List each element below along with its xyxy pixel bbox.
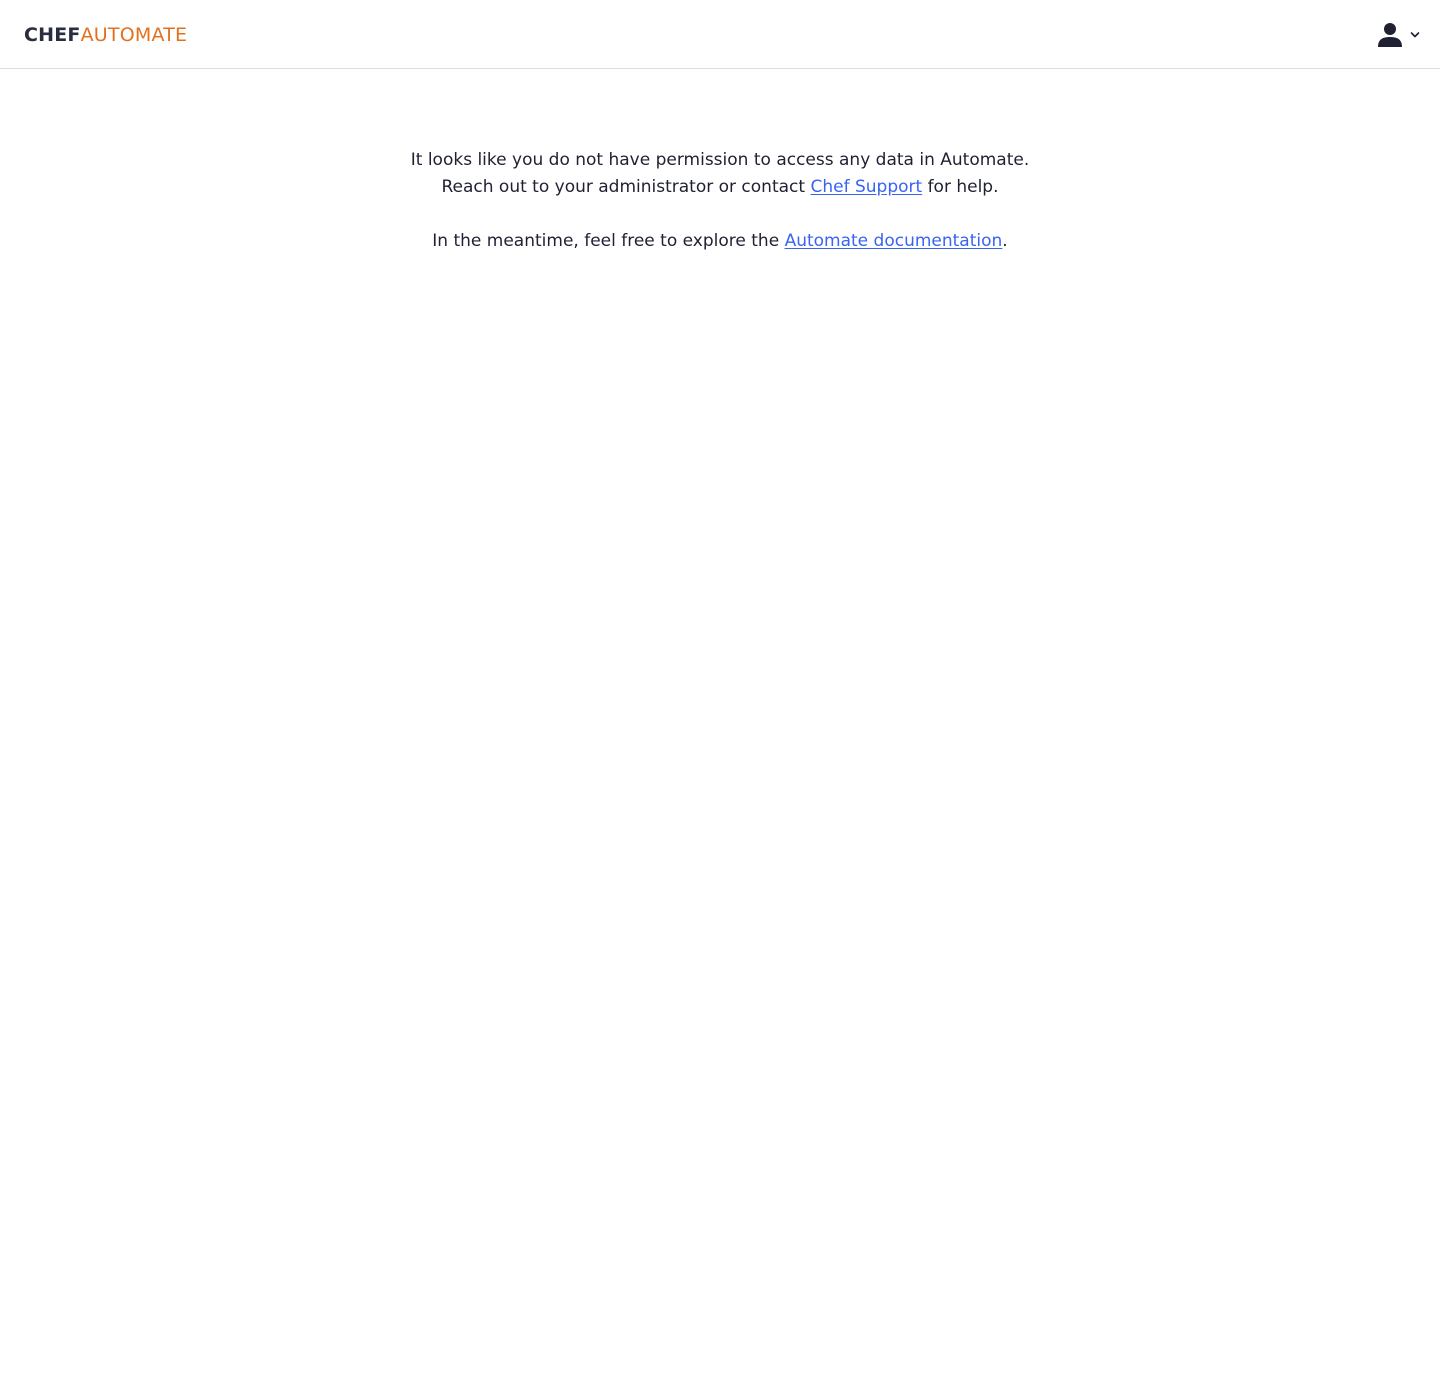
chef-support-link[interactable]: Chef Support (810, 177, 922, 197)
chef-automate-logo[interactable]: CHEFAUTOMATE (24, 23, 187, 47)
chevron-down-icon (1410, 31, 1420, 39)
no-permission-message: It looks like you do not have permission… (0, 147, 1440, 255)
documentation-text-prefix: In the meantime, feel free to explore th… (432, 231, 785, 251)
permission-text: It looks like you do not have permission… (410, 150, 1030, 170)
top-navigation-bar: CHEFAUTOMATE (0, 0, 1440, 69)
user-icon (1378, 22, 1402, 48)
contact-text-prefix: Reach out to your administrator or conta… (441, 177, 811, 197)
contact-text-suffix: for help. (922, 177, 999, 197)
contact-line: Reach out to your administrator or conta… (0, 174, 1440, 201)
logo-chef-text: CHEF (24, 24, 81, 46)
user-menu-button[interactable] (1378, 20, 1420, 50)
documentation-line: In the meantime, feel free to explore th… (0, 228, 1440, 255)
documentation-text-suffix: . (1002, 231, 1008, 251)
permission-line: It looks like you do not have permission… (0, 147, 1440, 174)
automate-documentation-link[interactable]: Automate documentation (785, 231, 1003, 251)
logo-automate-text: AUTOMATE (80, 24, 188, 46)
